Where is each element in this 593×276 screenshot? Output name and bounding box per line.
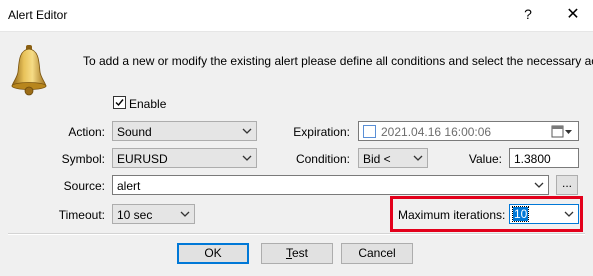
source-select[interactable]: alert [112, 175, 549, 195]
action-value: Sound [117, 125, 152, 139]
timeout-select[interactable]: 10 sec [112, 204, 195, 224]
alert-editor-window: Alert Editor ? ✕ To add a new or modify … [0, 0, 593, 276]
bell-icon [11, 45, 47, 96]
separator [8, 233, 585, 235]
timeout-value: 10 sec [117, 208, 153, 222]
chevron-down-icon [413, 155, 423, 161]
enable-checkbox[interactable] [113, 96, 126, 109]
symbol-select[interactable]: EURUSD [112, 148, 257, 168]
expiration-datetime[interactable]: 2021.04.16 16:00:06 [358, 121, 579, 141]
window-title: Alert Editor [8, 8, 68, 22]
action-select[interactable]: Sound [112, 121, 257, 141]
chevron-down-icon [534, 182, 544, 188]
condition-label: Condition: [295, 152, 350, 166]
browse-button[interactable]: ... [556, 175, 578, 195]
calendar-icon[interactable] [551, 125, 573, 138]
value-label: Value: [468, 152, 502, 166]
condition-select[interactable]: Bid < [358, 148, 428, 168]
condition-value: Bid < [363, 152, 391, 166]
action-label: Action: [68, 125, 105, 139]
help-button[interactable]: ? [521, 6, 535, 22]
test-button-label: est [291, 246, 308, 260]
ok-button[interactable]: OK [177, 243, 249, 264]
test-button[interactable]: Test [261, 243, 333, 264]
symbol-value: EURUSD [117, 152, 168, 166]
expiration-checkbox[interactable] [363, 125, 376, 138]
title-bar: Alert Editor ? ✕ [0, 0, 593, 31]
cancel-button[interactable]: Cancel [341, 243, 413, 264]
chevron-down-icon [180, 211, 190, 217]
chevron-down-icon [242, 155, 252, 161]
value-text: 1.3800 [514, 152, 551, 166]
symbol-label: Symbol: [61, 152, 105, 166]
highlight-box [390, 196, 583, 232]
chevron-down-icon [242, 128, 252, 134]
source-label: Source: [63, 179, 105, 193]
enable-label: Enable [129, 97, 167, 111]
expiration-value: 2021.04.16 16:00:06 [381, 125, 492, 139]
timeout-label: Timeout: [58, 208, 105, 222]
expiration-label: Expiration: [293, 125, 350, 139]
intro-text: To add a new or modify the existing aler… [83, 54, 593, 68]
close-button[interactable]: ✕ [566, 4, 580, 24]
source-value: alert [117, 179, 141, 193]
checkmark-icon [115, 99, 124, 107]
value-input[interactable]: 1.3800 [509, 148, 579, 168]
